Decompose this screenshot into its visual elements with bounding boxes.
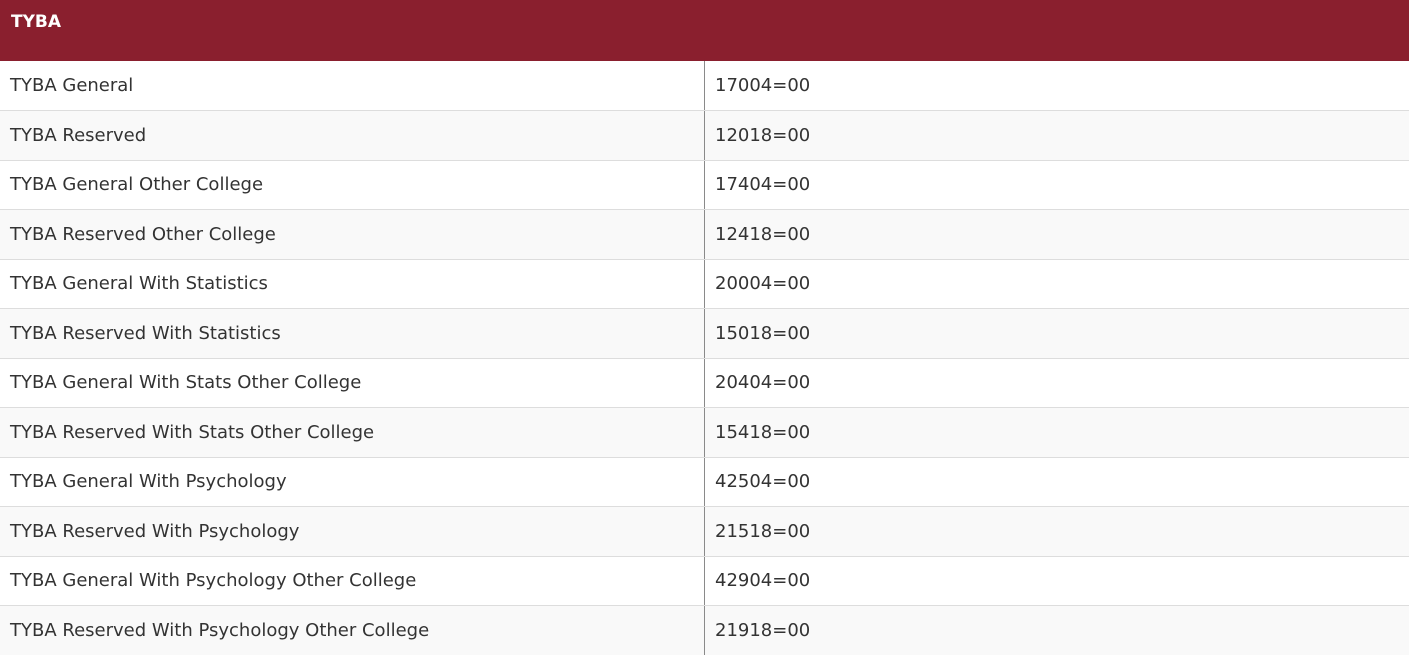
fee-name: TYBA General [0,61,705,111]
fee-amount: 42904=00 [704,556,1409,606]
fee-name: TYBA Reserved Other College [0,209,705,260]
table-row: TYBA General With Statistics 20004=00 [0,259,1409,309]
table-row: TYBA General With Stats Other College 20… [0,358,1409,408]
fee-amount: 20004=00 [704,259,1409,309]
fee-amount: 12018=00 [704,110,1409,161]
fee-amount: 15018=00 [704,308,1409,359]
fee-name: TYBA Reserved [0,110,705,161]
header-row: TYBA [0,0,1409,61]
table-row: TYBA General 17004=00 [0,61,1409,111]
fee-table-header: TYBA [0,0,1409,61]
table-row: TYBA General Other College 17404=00 [0,160,1409,210]
fee-name: TYBA Reserved With Statistics [0,308,705,359]
table-row: TYBA Reserved With Statistics 15018=00 [0,308,1409,359]
fee-amount: 42504=00 [704,457,1409,507]
fee-name: TYBA General With Psychology [0,457,705,507]
fee-amount: 20404=00 [704,358,1409,408]
fee-name: TYBA Reserved With Stats Other College [0,407,705,458]
table-row: TYBA General With Psychology 42504=00 [0,457,1409,507]
fee-name: TYBA General Other College [0,160,705,210]
table-row: TYBA Reserved With Stats Other College 1… [0,407,1409,458]
table-row: TYBA Reserved With Psychology Other Coll… [0,605,1409,655]
fee-amount: 21518=00 [704,506,1409,557]
fee-name: TYBA General With Statistics [0,259,705,309]
fee-name: TYBA General With Psychology Other Colle… [0,556,705,606]
fee-amount: 17004=00 [704,61,1409,111]
fee-name: TYBA Reserved With Psychology [0,506,705,557]
table-row: TYBA General With Psychology Other Colle… [0,556,1409,606]
table-row: TYBA Reserved Other College 12418=00 [0,209,1409,260]
fee-amount: 15418=00 [704,407,1409,458]
fee-table-body: TYBA General 17004=00 TYBA Reserved 1201… [0,61,1409,655]
fee-amount: 21918=00 [704,605,1409,655]
fee-name: TYBA Reserved With Psychology Other Coll… [0,605,705,655]
table-row: TYBA Reserved With Psychology 21518=00 [0,506,1409,557]
fee-amount: 12418=00 [704,209,1409,260]
table-title: TYBA [0,0,1409,61]
fee-amount: 17404=00 [704,160,1409,210]
fee-name: TYBA General With Stats Other College [0,358,705,408]
table-row: TYBA Reserved 12018=00 [0,110,1409,161]
fee-table: TYBA TYBA General 17004=00 TYBA Reserved… [0,0,1409,655]
